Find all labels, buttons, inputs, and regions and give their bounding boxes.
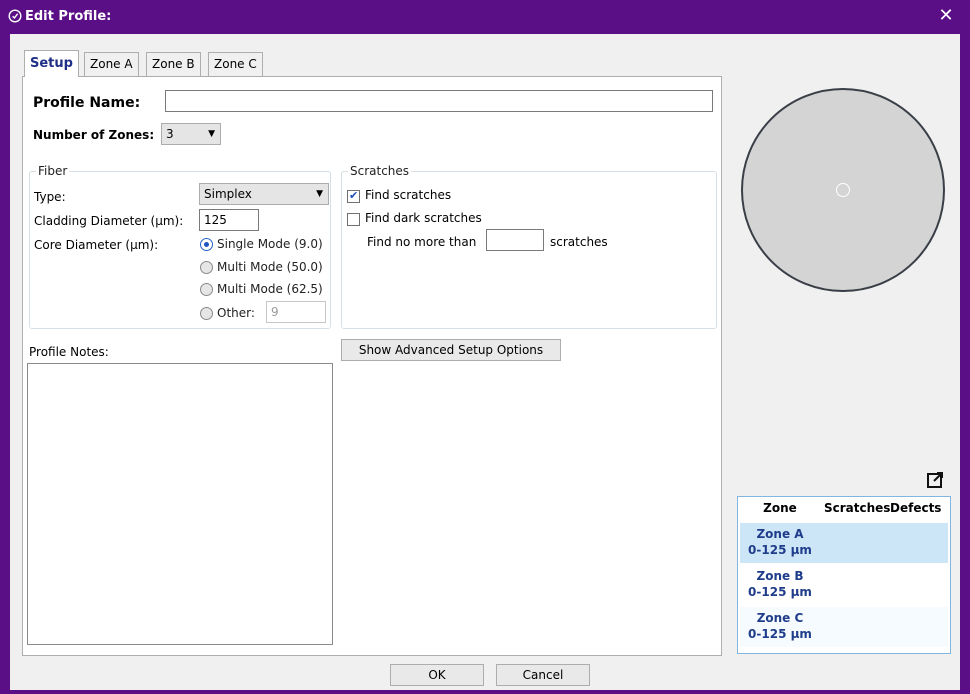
scratch-limit-suffix: scratches	[550, 235, 608, 249]
dialog-body: Setup Zone A Zone B Zone C Profile Name:…	[10, 34, 960, 690]
profile-name-input[interactable]	[165, 90, 713, 112]
table-row[interactable]: Zone B 0-125 µm	[740, 565, 948, 605]
number-of-zones-value: 3	[166, 127, 174, 141]
check-circle-icon	[8, 9, 22, 23]
core-multi-mode-62-label: Multi Mode (62.5)	[217, 282, 323, 296]
find-scratches-checkbox[interactable]	[347, 189, 360, 203]
zone-range: 0-125 µm	[748, 627, 812, 641]
cladding-diameter-input[interactable]: 125	[199, 209, 259, 231]
table-row[interactable]: Zone C 0-125 µm	[740, 607, 948, 647]
tab-setup[interactable]: Setup	[24, 50, 79, 77]
tab-zone-a[interactable]: Zone A	[84, 52, 139, 76]
core-other-radio[interactable]	[200, 307, 213, 320]
fiber-group-title: Fiber	[36, 164, 70, 178]
edit-profile-dialog: Edit Profile: ✕ Setup Zone A Zone B Zone…	[0, 0, 970, 694]
fiber-type-label: Type:	[34, 190, 66, 204]
fiber-type-select[interactable]: Simplex ▼	[199, 183, 329, 205]
show-advanced-setup-button[interactable]: Show Advanced Setup Options	[341, 339, 561, 361]
scratch-limit-prefix: Find no more than	[367, 235, 477, 249]
window-title: Edit Profile:	[25, 9, 112, 24]
chevron-down-icon: ▼	[208, 129, 215, 139]
number-of-zones-label: Number of Zones:	[33, 128, 155, 142]
zone-range: 0-125 µm	[748, 585, 812, 599]
fiber-type-value: Simplex	[204, 187, 252, 201]
core-diameter-label: Core Diameter (µm):	[34, 238, 159, 252]
find-scratches-label: Find scratches	[365, 188, 452, 202]
core-other-input[interactable]: 9	[266, 301, 326, 323]
zone-range: 0-125 µm	[748, 543, 812, 557]
fiber-group: Fiber Type: Simplex ▼ Cladding Diameter …	[29, 164, 331, 329]
profile-name-label: Profile Name:	[33, 95, 141, 111]
core-other-label: Other:	[217, 306, 255, 320]
scratch-limit-input[interactable]	[486, 229, 544, 251]
zones-header-zone: Zone	[763, 501, 797, 515]
core-single-mode-radio[interactable]	[200, 238, 213, 251]
cladding-diameter-label: Cladding Diameter (µm):	[34, 214, 184, 228]
zone-name: Zone C	[756, 611, 804, 625]
cancel-button[interactable]: Cancel	[496, 664, 590, 686]
setup-panel: Profile Name: Number of Zones: 3 ▼ Fiber…	[22, 76, 722, 656]
core-multi-mode-50-label: Multi Mode (50.0)	[217, 260, 323, 274]
zone-name: Zone A	[756, 527, 804, 541]
core-multi-mode-62-radio[interactable]	[200, 283, 213, 296]
core-single-mode-label: Single Mode (9.0)	[217, 237, 323, 251]
find-dark-scratches-checkbox[interactable]	[347, 213, 360, 226]
zones-header-defects: Defects	[890, 501, 942, 515]
chevron-down-icon: ▼	[316, 189, 323, 199]
title-bar: Edit Profile: ✕	[0, 0, 970, 34]
profile-notes-textarea[interactable]	[27, 363, 333, 645]
scratches-group: Scratches Find scratches Find dark scrat…	[341, 164, 717, 329]
scratches-group-title: Scratches	[348, 164, 412, 178]
zones-header-scratches: Scratches	[824, 501, 891, 515]
tab-zone-b[interactable]: Zone B	[146, 52, 201, 76]
number-of-zones-select[interactable]: 3 ▼	[161, 123, 221, 145]
ok-button[interactable]: OK	[390, 664, 484, 686]
tab-zone-c[interactable]: Zone C	[208, 52, 263, 76]
fiber-core-marker	[836, 183, 850, 197]
table-row[interactable]: Zone A 0-125 µm	[740, 523, 948, 563]
find-dark-scratches-label: Find dark scratches	[365, 211, 482, 225]
core-multi-mode-50-radio[interactable]	[200, 261, 213, 274]
popout-icon[interactable]	[926, 470, 946, 490]
zone-name: Zone B	[756, 569, 804, 583]
close-button[interactable]: ✕	[934, 4, 958, 28]
zones-table: Zone Scratches Defects Zone A 0-125 µm Z…	[737, 496, 951, 654]
profile-notes-label: Profile Notes:	[29, 345, 109, 359]
